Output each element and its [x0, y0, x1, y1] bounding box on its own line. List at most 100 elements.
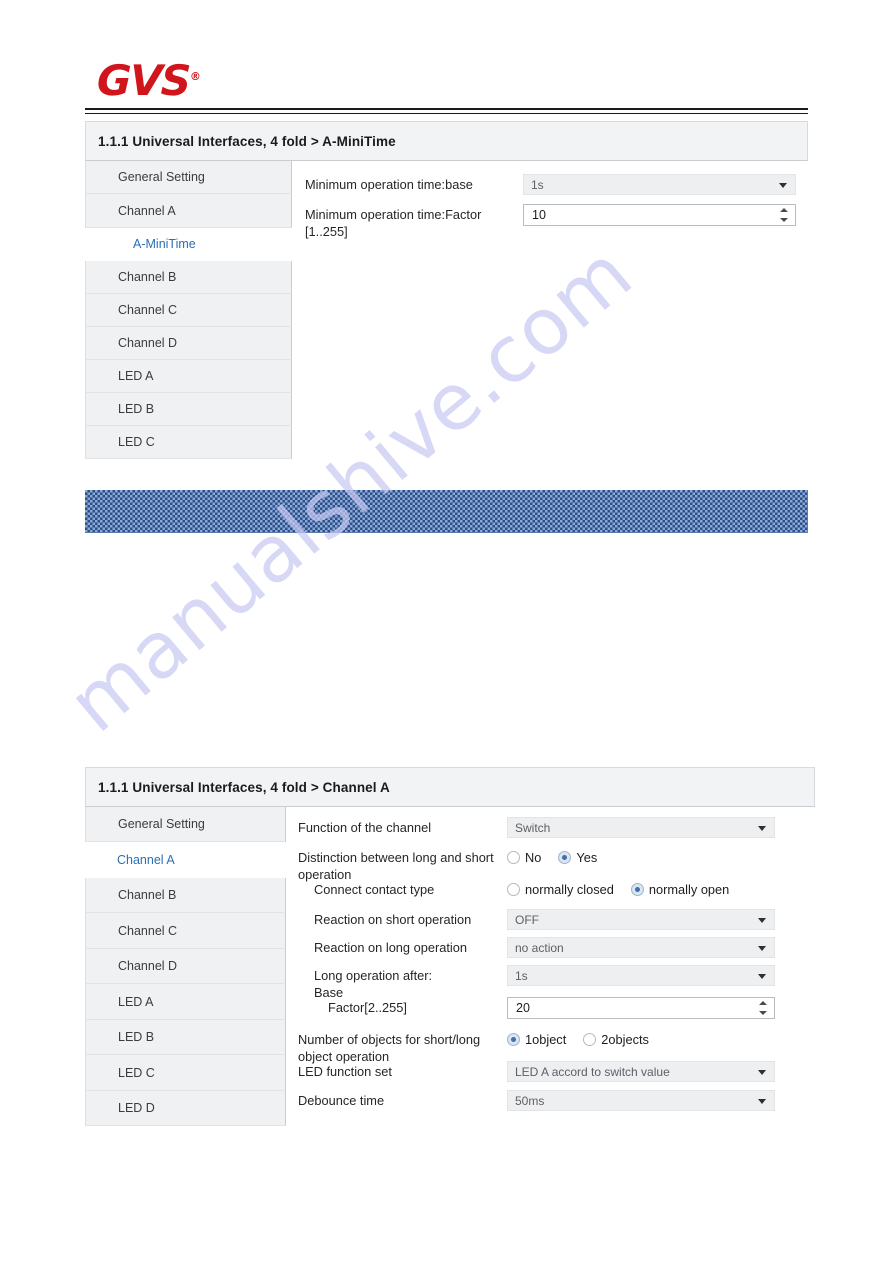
param-row-distinction-long-short: Distinction between long and short opera… — [286, 847, 815, 882]
sidebar-item-led-c[interactable]: LED C — [85, 1055, 286, 1091]
radio-indicator[interactable] — [558, 850, 572, 864]
spinner-up-icon[interactable] — [758, 1001, 767, 1005]
registered-trademark-icon: ® — [189, 70, 202, 83]
param-control: 50ms — [507, 1090, 775, 1111]
gvs-logo: GVS® — [96, 54, 227, 105]
radio-option-normally-open[interactable]: normally open — [630, 881, 730, 897]
param-control: OFF — [507, 909, 775, 930]
sidebar-item-label: LED B — [118, 1030, 155, 1044]
spinner-up-icon[interactable] — [779, 208, 788, 212]
sidebar-item-label: Channel C — [118, 303, 178, 317]
reaction-short-operation-select[interactable]: OFF — [507, 909, 775, 930]
panel-title-breadcrumb: 1.1.1 Universal Interfaces, 4 fold > Cha… — [85, 767, 815, 807]
sidebar-item-a-minitime[interactable]: A-MiniTime — [85, 228, 292, 261]
radio-option-yes[interactable]: Yes — [558, 850, 597, 865]
sidebar-item-label: Channel C — [118, 923, 178, 938]
radio-option-2objects[interactable]: 2objects — [583, 1032, 649, 1047]
sidebar-item-led-c[interactable]: LED C — [85, 426, 292, 459]
sidebar-item-label: Channel A — [117, 852, 175, 867]
radio-option-1object[interactable]: 1object — [507, 1032, 566, 1047]
select-value: OFF — [515, 912, 539, 927]
panel-body: General Setting Channel A A-MiniTime Cha… — [85, 161, 808, 459]
param-label: Minimum operation time:base — [305, 177, 473, 192]
param-control: 1s — [523, 174, 796, 195]
debounce-time-select[interactable]: 50ms — [507, 1090, 775, 1111]
number-objects-radio-group: 1object 2objects — [507, 1029, 775, 1049]
reaction-long-operation-select[interactable]: no action — [507, 937, 775, 958]
param-control: Switch — [507, 817, 775, 838]
param-row-long-operation-base: Long operation after: Base 1s — [286, 965, 815, 1000]
spinner-down-icon[interactable] — [779, 218, 788, 222]
param-control: no action — [507, 937, 775, 958]
param-control: LED A accord to switch value — [507, 1061, 775, 1082]
spinner-arrows[interactable] — [758, 1001, 767, 1015]
function-of-channel-select[interactable]: Switch — [507, 817, 775, 838]
sidebar-item-channel-c[interactable]: Channel C — [85, 913, 286, 949]
param-control: 20 — [507, 997, 775, 1019]
spinner-value: 10 — [532, 208, 546, 222]
sidebar-item-channel-d[interactable]: Channel D — [85, 949, 286, 984]
radio-indicator[interactable] — [507, 882, 520, 896]
sidebar-item-channel-c[interactable]: Channel C — [85, 294, 292, 327]
sidebar-item-general-setting[interactable]: General Setting — [85, 807, 286, 842]
radio-label: No — [525, 849, 542, 865]
radio-option-normally-closed[interactable]: normally closed — [507, 882, 614, 897]
sidebar-item-led-d[interactable]: LED D — [85, 1091, 286, 1126]
led-function-set-select[interactable]: LED A accord to switch value — [507, 1061, 775, 1082]
select-value: no action — [515, 940, 564, 955]
panel-body: General Setting Channel A Channel B Chan… — [85, 807, 815, 1128]
param-row-number-of-objects: Number of objects for short/long object … — [286, 1029, 815, 1064]
sidebar-item-channel-a[interactable]: Channel A — [85, 842, 286, 878]
radio-option-no[interactable]: No — [507, 850, 541, 865]
sidebar-item-channel-b[interactable]: Channel B — [85, 878, 286, 913]
param-row-debounce-time: Debounce time 50ms — [286, 1090, 815, 1118]
sidebar-item-channel-a[interactable]: Channel A — [85, 194, 292, 228]
param-label: Connect contact type — [314, 882, 435, 897]
select-value: Switch — [515, 820, 551, 835]
distinction-radio-group: No Yes — [507, 847, 775, 867]
param-label: LED function set — [298, 1064, 392, 1079]
min-operation-base-select[interactable]: 1s — [523, 174, 796, 195]
radio-indicator[interactable] — [507, 1032, 520, 1046]
radio-label: 2objects — [601, 1031, 649, 1047]
spinner-value: 20 — [516, 1001, 530, 1015]
radio-label: normally open — [648, 881, 730, 897]
spinner-down-icon[interactable] — [758, 1011, 767, 1015]
min-operation-factor-spinner[interactable]: 10 — [523, 204, 796, 226]
radio-indicator[interactable] — [583, 1032, 597, 1046]
panel-sidebar: General Setting Channel A A-MiniTime Cha… — [85, 161, 292, 459]
sidebar-item-led-a[interactable]: LED A — [85, 984, 286, 1020]
param-control: normally closed normally open — [507, 879, 775, 899]
param-label: Function of the channel — [298, 820, 432, 835]
param-label: Debounce time — [298, 1093, 385, 1108]
sidebar-item-label: Channel D — [118, 959, 178, 973]
sidebar-item-channel-d[interactable]: Channel D — [85, 327, 292, 360]
panel-sidebar: General Setting Channel A Channel B Chan… — [85, 807, 286, 1126]
param-row-min-operation-factor: Minimum operation time:Factor [1..255] 1… — [292, 204, 808, 239]
header-rule-thin — [85, 113, 808, 114]
radio-indicator[interactable] — [630, 882, 644, 896]
spinner-arrows[interactable] — [779, 208, 788, 222]
sidebar-item-general-setting[interactable]: General Setting — [85, 161, 292, 194]
param-label: Factor[2..255] — [328, 1000, 407, 1015]
chevron-down-icon — [758, 825, 766, 831]
redacted-content-band — [85, 490, 808, 533]
param-control: 10 — [523, 204, 796, 226]
param-control: 1object 2objects — [507, 1029, 775, 1049]
long-operation-factor-spinner[interactable]: 20 — [507, 997, 775, 1019]
select-value: 50ms — [515, 1093, 545, 1108]
sidebar-item-channel-b[interactable]: Channel B — [85, 261, 292, 294]
param-row-reaction-short: Reaction on short operation OFF — [286, 909, 815, 937]
select-value: LED A accord to switch value — [515, 1064, 670, 1079]
long-operation-base-select[interactable]: 1s — [507, 965, 775, 986]
radio-indicator[interactable] — [507, 850, 520, 864]
chevron-down-icon — [758, 1098, 766, 1104]
sidebar-item-led-a[interactable]: LED A — [85, 360, 292, 393]
sidebar-item-led-b[interactable]: LED B — [85, 1020, 286, 1055]
sidebar-item-label: LED A — [118, 994, 154, 1009]
sidebar-item-label: LED B — [118, 402, 155, 416]
logo-text-label: GVS — [96, 56, 191, 105]
sidebar-item-led-b[interactable]: LED B — [85, 393, 292, 426]
sidebar-item-label: LED A — [118, 369, 154, 383]
panel-content: Minimum operation time:base 1s Minimum o… — [292, 161, 808, 427]
